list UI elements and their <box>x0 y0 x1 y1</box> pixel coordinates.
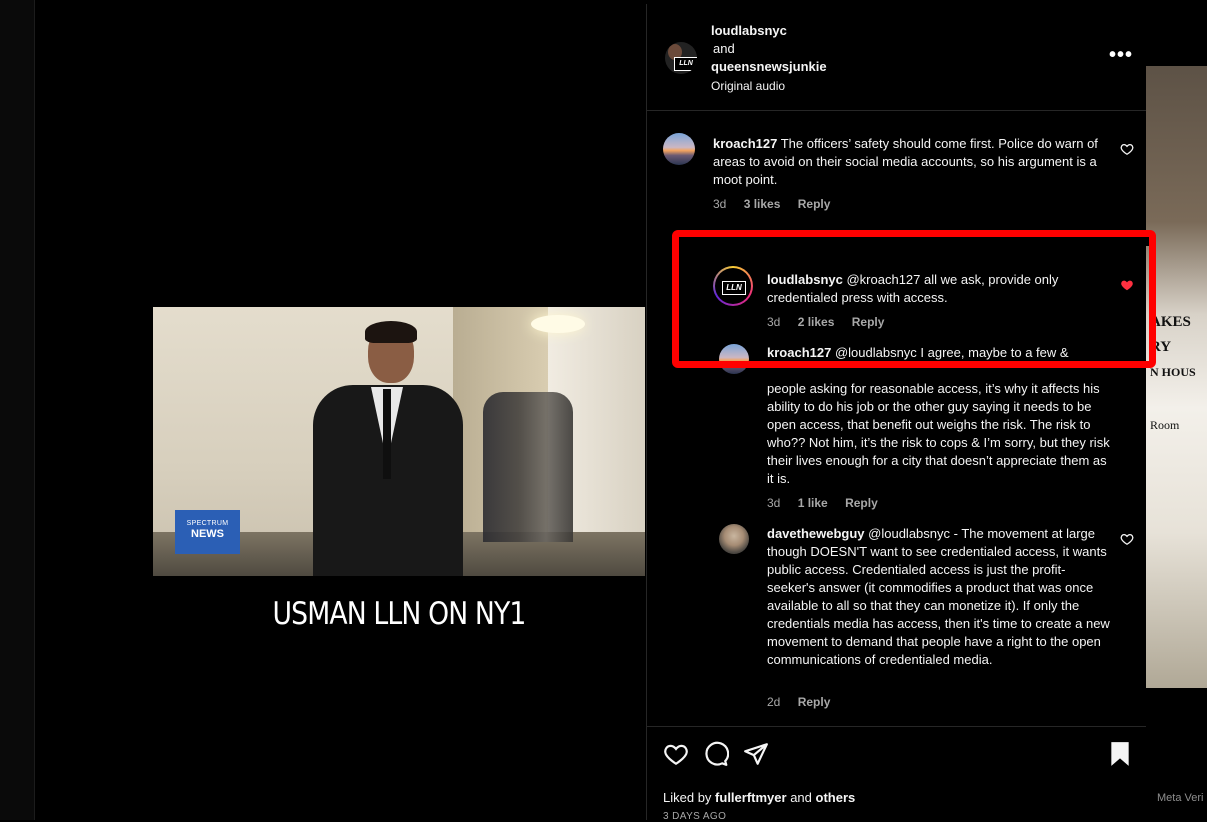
avatar[interactable] <box>663 133 695 165</box>
liked-by-user[interactable]: fullerftmyer <box>715 790 787 805</box>
video-person <box>313 321 463 576</box>
video-ceiling-lamp <box>531 315 585 333</box>
reply-button[interactable]: Reply <box>798 197 831 211</box>
comment-time: 2d <box>767 695 781 709</box>
highlight-box <box>672 230 1156 368</box>
liked-by-others[interactable]: others <box>816 790 856 805</box>
comment-username[interactable]: davethewebguy <box>767 526 865 541</box>
bookmark-icon[interactable] <box>1109 741 1131 767</box>
video-player[interactable]: SPECTRUM NEWS <box>153 307 645 576</box>
spectrum-news-logo: SPECTRUM NEWS <box>175 510 240 554</box>
video-caption: USMAN LLN ON NY1 <box>272 596 526 632</box>
liked-by-prefix: Liked by <box>663 790 712 805</box>
background-sign-text: Room <box>1150 418 1180 432</box>
comment-icon[interactable] <box>703 741 729 767</box>
post-panel: LLN loudlabsnyc and queensnewsjunkie Ori… <box>646 4 1146 822</box>
audio-link[interactable]: Original audio <box>711 79 785 93</box>
background-sign-text: N HOUS <box>1150 365 1196 379</box>
post-header: LLN loudlabsnyc and queensnewsjunkie Ori… <box>647 4 1146 111</box>
left-strip <box>0 0 35 820</box>
header-and-text: and <box>713 41 735 56</box>
background-sign-text: AKES <box>1150 314 1191 330</box>
comment-likes[interactable]: 3 likes <box>744 197 781 211</box>
comment-likes[interactable]: 1 like <box>798 496 828 510</box>
more-options-icon[interactable]: ••• <box>1109 45 1132 65</box>
like-icon[interactable] <box>663 741 689 767</box>
reply-button[interactable]: Reply <box>798 695 831 709</box>
comment-meta: 3d 3 likes Reply <box>713 197 844 211</box>
comment-time: 3d <box>767 496 781 510</box>
avatar[interactable] <box>719 524 749 554</box>
share-icon[interactable] <box>743 741 769 767</box>
comment-body: @loudlabsnyc - The movement at large tho… <box>767 526 1110 667</box>
action-bar: Liked by fullerftmyer and others 3 DAYS … <box>647 726 1146 822</box>
comment-meta: 2d Reply <box>767 695 844 709</box>
header-username[interactable]: loudlabsnyc <box>711 23 787 38</box>
liked-by-and: and <box>790 790 812 805</box>
comment-time: 3d <box>713 197 727 211</box>
header-collab-username[interactable]: queensnewsjunkie <box>711 59 827 74</box>
comment-body: people asking for reasonable access, it’… <box>767 381 1110 486</box>
liked-by: Liked by fullerftmyer and others <box>663 790 855 805</box>
avatar[interactable]: LLN <box>665 42 697 74</box>
comment-meta: 3d 1 like Reply <box>767 496 892 510</box>
comment-text: kroach127 The officers’ safety should co… <box>713 135 1113 189</box>
reply-button[interactable]: Reply <box>845 496 878 510</box>
video-background-people <box>483 392 573 542</box>
meta-verified-text: Meta Veri <box>1157 792 1204 804</box>
heart-icon[interactable] <box>1120 532 1134 546</box>
comment-text: davethewebguy @loudlabsnyc - The movemen… <box>767 525 1112 669</box>
heart-icon[interactable] <box>1120 142 1134 156</box>
comment-username[interactable]: kroach127 <box>713 136 777 151</box>
post-date: 3 DAYS AGO <box>663 811 727 822</box>
